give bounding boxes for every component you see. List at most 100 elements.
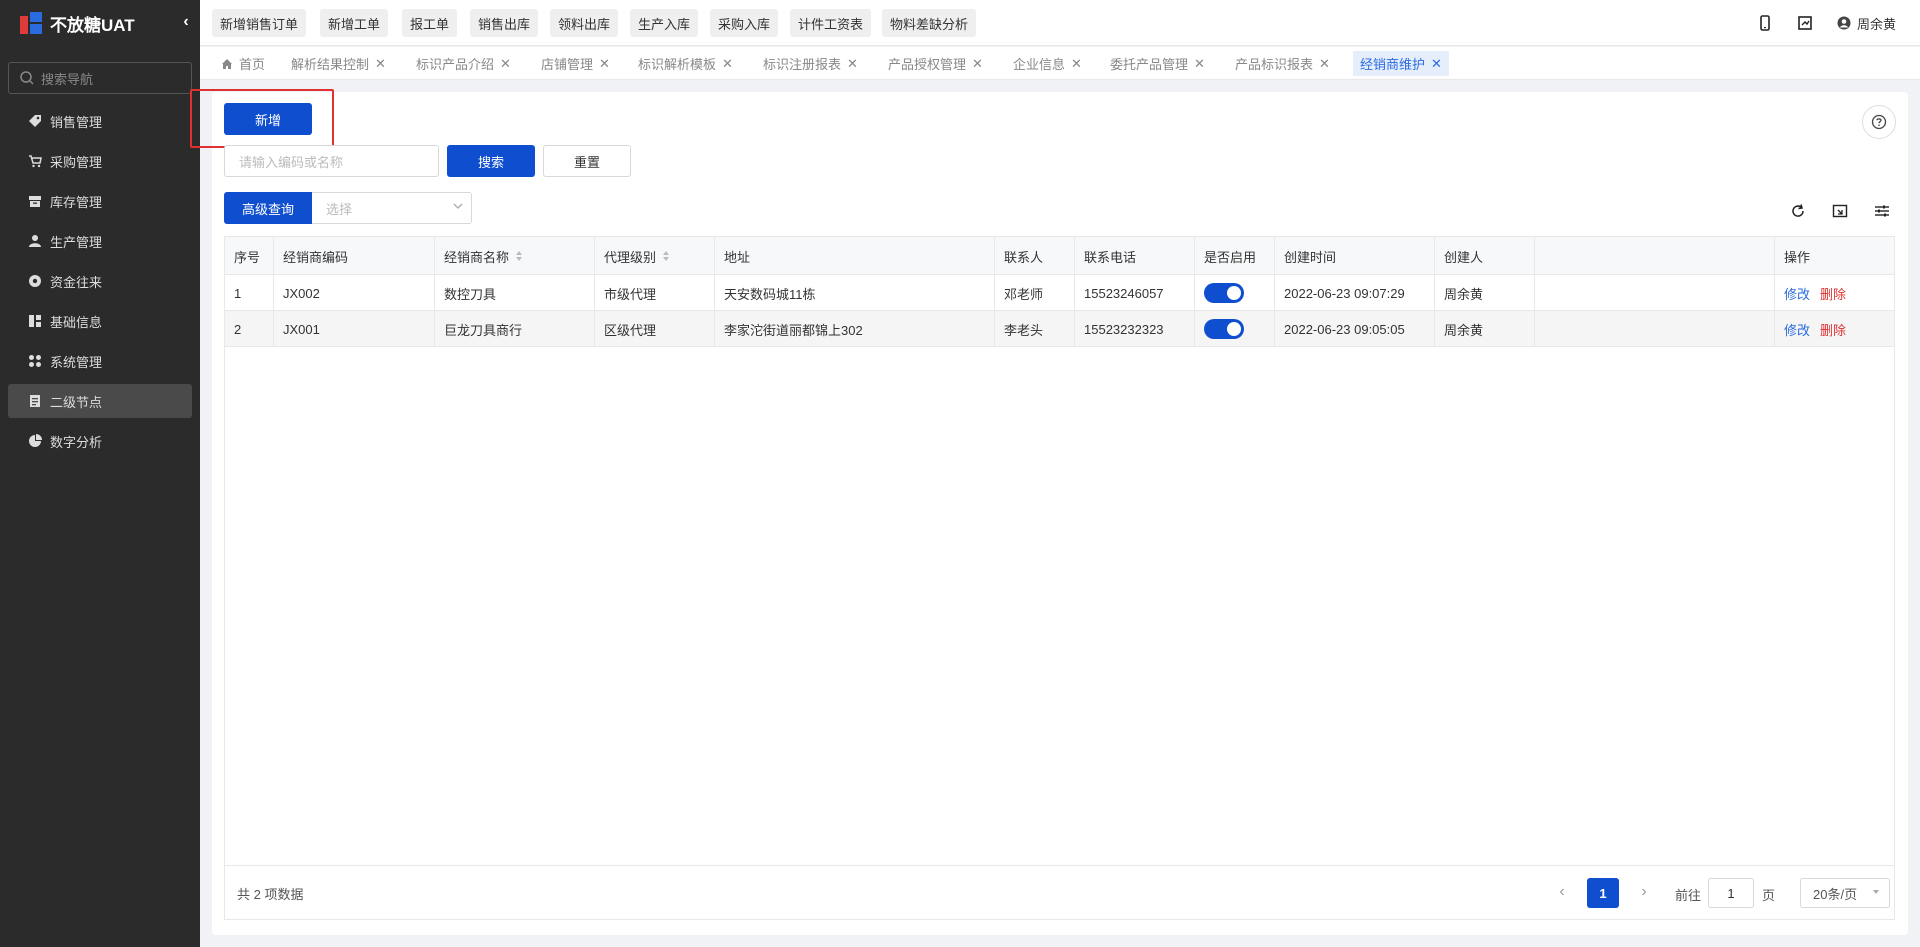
sort-icon[interactable]: [662, 250, 670, 262]
column-label: 是否启用: [1204, 249, 1257, 265]
close-icon[interactable]: ✕: [972, 56, 983, 72]
sidebar-item-analytics[interactable]: 数字分析: [8, 424, 192, 458]
cell-actions: 修改 删除: [1775, 311, 1894, 347]
tab-identity-parse-template[interactable]: 标识解析模板 ✕: [631, 51, 740, 76]
question-icon: [1871, 114, 1887, 130]
edit-link[interactable]: 修改: [1784, 284, 1810, 303]
column-header-level[interactable]: 代理级别: [595, 237, 715, 275]
quick-new-sales-order-button[interactable]: 新增销售订单: [212, 9, 307, 37]
tab-label: 解析结果控制: [291, 57, 370, 72]
tab-consigned-product-management[interactable]: 委托产品管理 ✕: [1103, 51, 1212, 76]
page-size-select[interactable]: 20条/页: [1800, 878, 1890, 908]
enabled-toggle[interactable]: [1204, 319, 1244, 339]
tab-dealer-maintenance[interactable]: 经销商维护 ✕: [1353, 51, 1449, 76]
cell-enabled: [1195, 275, 1275, 311]
close-icon[interactable]: ✕: [500, 56, 511, 72]
quick-piece-wage-button[interactable]: 计件工资表: [790, 9, 872, 37]
user-icon: [1837, 16, 1851, 30]
sidebar-item-inventory[interactable]: 库存管理: [8, 184, 192, 218]
sidebar-item-sales[interactable]: 销售管理: [8, 104, 192, 138]
close-icon[interactable]: ✕: [1071, 56, 1082, 72]
nav-search-input[interactable]: 搜索导航: [8, 62, 192, 94]
cell-blank: [1535, 275, 1775, 311]
sidebar-item-secondary-node[interactable]: 二级节点: [8, 384, 192, 418]
goto-page-input[interactable]: 1: [1708, 878, 1754, 908]
advanced-query-select[interactable]: 选择: [312, 192, 472, 224]
pagination-bar: 共 2 项数据 ‹ 1 › 前往 1 页 20条/页: [225, 865, 1894, 919]
quick-sales-outbound-button[interactable]: 销售出库: [470, 9, 539, 37]
sidebar-item-system[interactable]: 系统管理: [8, 344, 192, 378]
quick-production-inbound-button[interactable]: 生产入库: [630, 9, 699, 37]
cell-phone: 15523232323: [1075, 311, 1195, 347]
tab-label: 标识产品介绍: [416, 57, 495, 72]
sidebar-item-funds[interactable]: 资金往来: [8, 264, 192, 298]
brand-name: 不放糖UAT: [50, 15, 135, 35]
sidebar-item-basic-info[interactable]: 基础信息: [8, 304, 192, 338]
collapse-sidebar-icon[interactable]: ‹: [178, 14, 194, 30]
tab-product-identity-report[interactable]: 产品标识报表 ✕: [1228, 51, 1337, 76]
tab-product-auth-management[interactable]: 产品授权管理 ✕: [881, 51, 990, 76]
advanced-query-button[interactable]: 高级查询: [224, 192, 312, 224]
cell-address: 李家沱街道丽都锦上302: [715, 311, 995, 347]
column-header-actions: 操作: [1775, 237, 1894, 275]
cell-created-time: 2022-06-23 09:05:05: [1275, 311, 1435, 347]
close-icon[interactable]: ✕: [1194, 56, 1205, 72]
tab-shop-management[interactable]: 店铺管理 ✕: [534, 51, 617, 76]
close-icon[interactable]: ✕: [847, 56, 858, 72]
tab-label: 标识解析模板: [638, 57, 717, 72]
column-settings-icon[interactable]: [1874, 203, 1890, 219]
close-icon[interactable]: ✕: [722, 56, 733, 72]
close-icon[interactable]: ✕: [375, 56, 386, 72]
tab-company-info[interactable]: 企业信息 ✕: [1006, 51, 1089, 76]
cell-enabled: [1195, 311, 1275, 347]
column-label: 地址: [724, 249, 751, 265]
pie-icon: [29, 434, 42, 447]
next-page-icon[interactable]: ›: [1637, 884, 1651, 900]
quick-material-outbound-button[interactable]: 领料出库: [550, 9, 619, 37]
refresh-icon[interactable]: [1790, 203, 1806, 219]
page-number-current[interactable]: 1: [1587, 878, 1619, 908]
cell-level: 市级代理: [595, 275, 715, 311]
delete-link[interactable]: 删除: [1820, 284, 1846, 303]
sidebar-item-production[interactable]: 生产管理: [8, 224, 192, 258]
cell-code: JX002: [274, 275, 435, 311]
close-icon[interactable]: ✕: [599, 56, 610, 72]
quick-purchase-inbound-button[interactable]: 采购入库: [710, 9, 779, 37]
fullscreen-icon[interactable]: [1797, 15, 1813, 31]
help-button[interactable]: [1862, 105, 1896, 139]
tab-identity-register-report[interactable]: 标识注册报表 ✕: [756, 51, 865, 76]
cell-no: 1: [225, 275, 274, 311]
reset-button[interactable]: 重置: [543, 145, 631, 177]
close-icon[interactable]: ✕: [1319, 56, 1330, 72]
page-unit-label: 页: [1762, 888, 1776, 903]
prev-page-icon[interactable]: ‹: [1555, 884, 1569, 900]
quick-report-button[interactable]: 报工单: [402, 9, 458, 37]
sort-icon[interactable]: [515, 250, 523, 262]
close-icon[interactable]: ✕: [1431, 56, 1442, 72]
search-input[interactable]: 请输入编码或名称: [224, 145, 439, 177]
search-button[interactable]: 搜索: [447, 145, 535, 177]
dealer-table: 序号 经销商编码 经销商名称 代理级别 地址 联系人 联系电话 是否启用 创建时…: [224, 236, 1895, 920]
tab-home[interactable]: 首页: [214, 51, 272, 76]
sidebar-item-purchase[interactable]: 采购管理: [8, 144, 192, 178]
delete-link[interactable]: 删除: [1820, 320, 1846, 339]
tab-label: 委托产品管理: [1110, 57, 1189, 72]
enabled-toggle[interactable]: [1204, 283, 1244, 303]
quick-new-work-order-button[interactable]: 新增工单: [320, 9, 389, 37]
tab-identity-product-intro[interactable]: 标识产品介绍 ✕: [409, 51, 518, 76]
chevron-down-icon: [1873, 890, 1879, 894]
quick-material-shortage-button[interactable]: 物料差缺分析: [882, 9, 977, 37]
user-menu[interactable]: 周余黄: [1837, 14, 1896, 33]
cell-blank: [1535, 311, 1775, 347]
tab-label: 企业信息: [1013, 57, 1066, 72]
density-icon[interactable]: [1832, 203, 1848, 219]
mobile-icon[interactable]: [1757, 15, 1773, 31]
column-header-created-time: 创建时间: [1275, 237, 1435, 275]
chevron-down-icon: [453, 203, 463, 209]
cell-creator: 周余黄: [1435, 311, 1535, 347]
edit-link[interactable]: 修改: [1784, 320, 1810, 339]
column-header-name[interactable]: 经销商名称: [435, 237, 595, 275]
tab-label: 店铺管理: [541, 57, 594, 72]
sidebar-item-label: 库存管理: [50, 194, 103, 210]
tab-parse-result-control[interactable]: 解析结果控制 ✕: [284, 51, 393, 76]
